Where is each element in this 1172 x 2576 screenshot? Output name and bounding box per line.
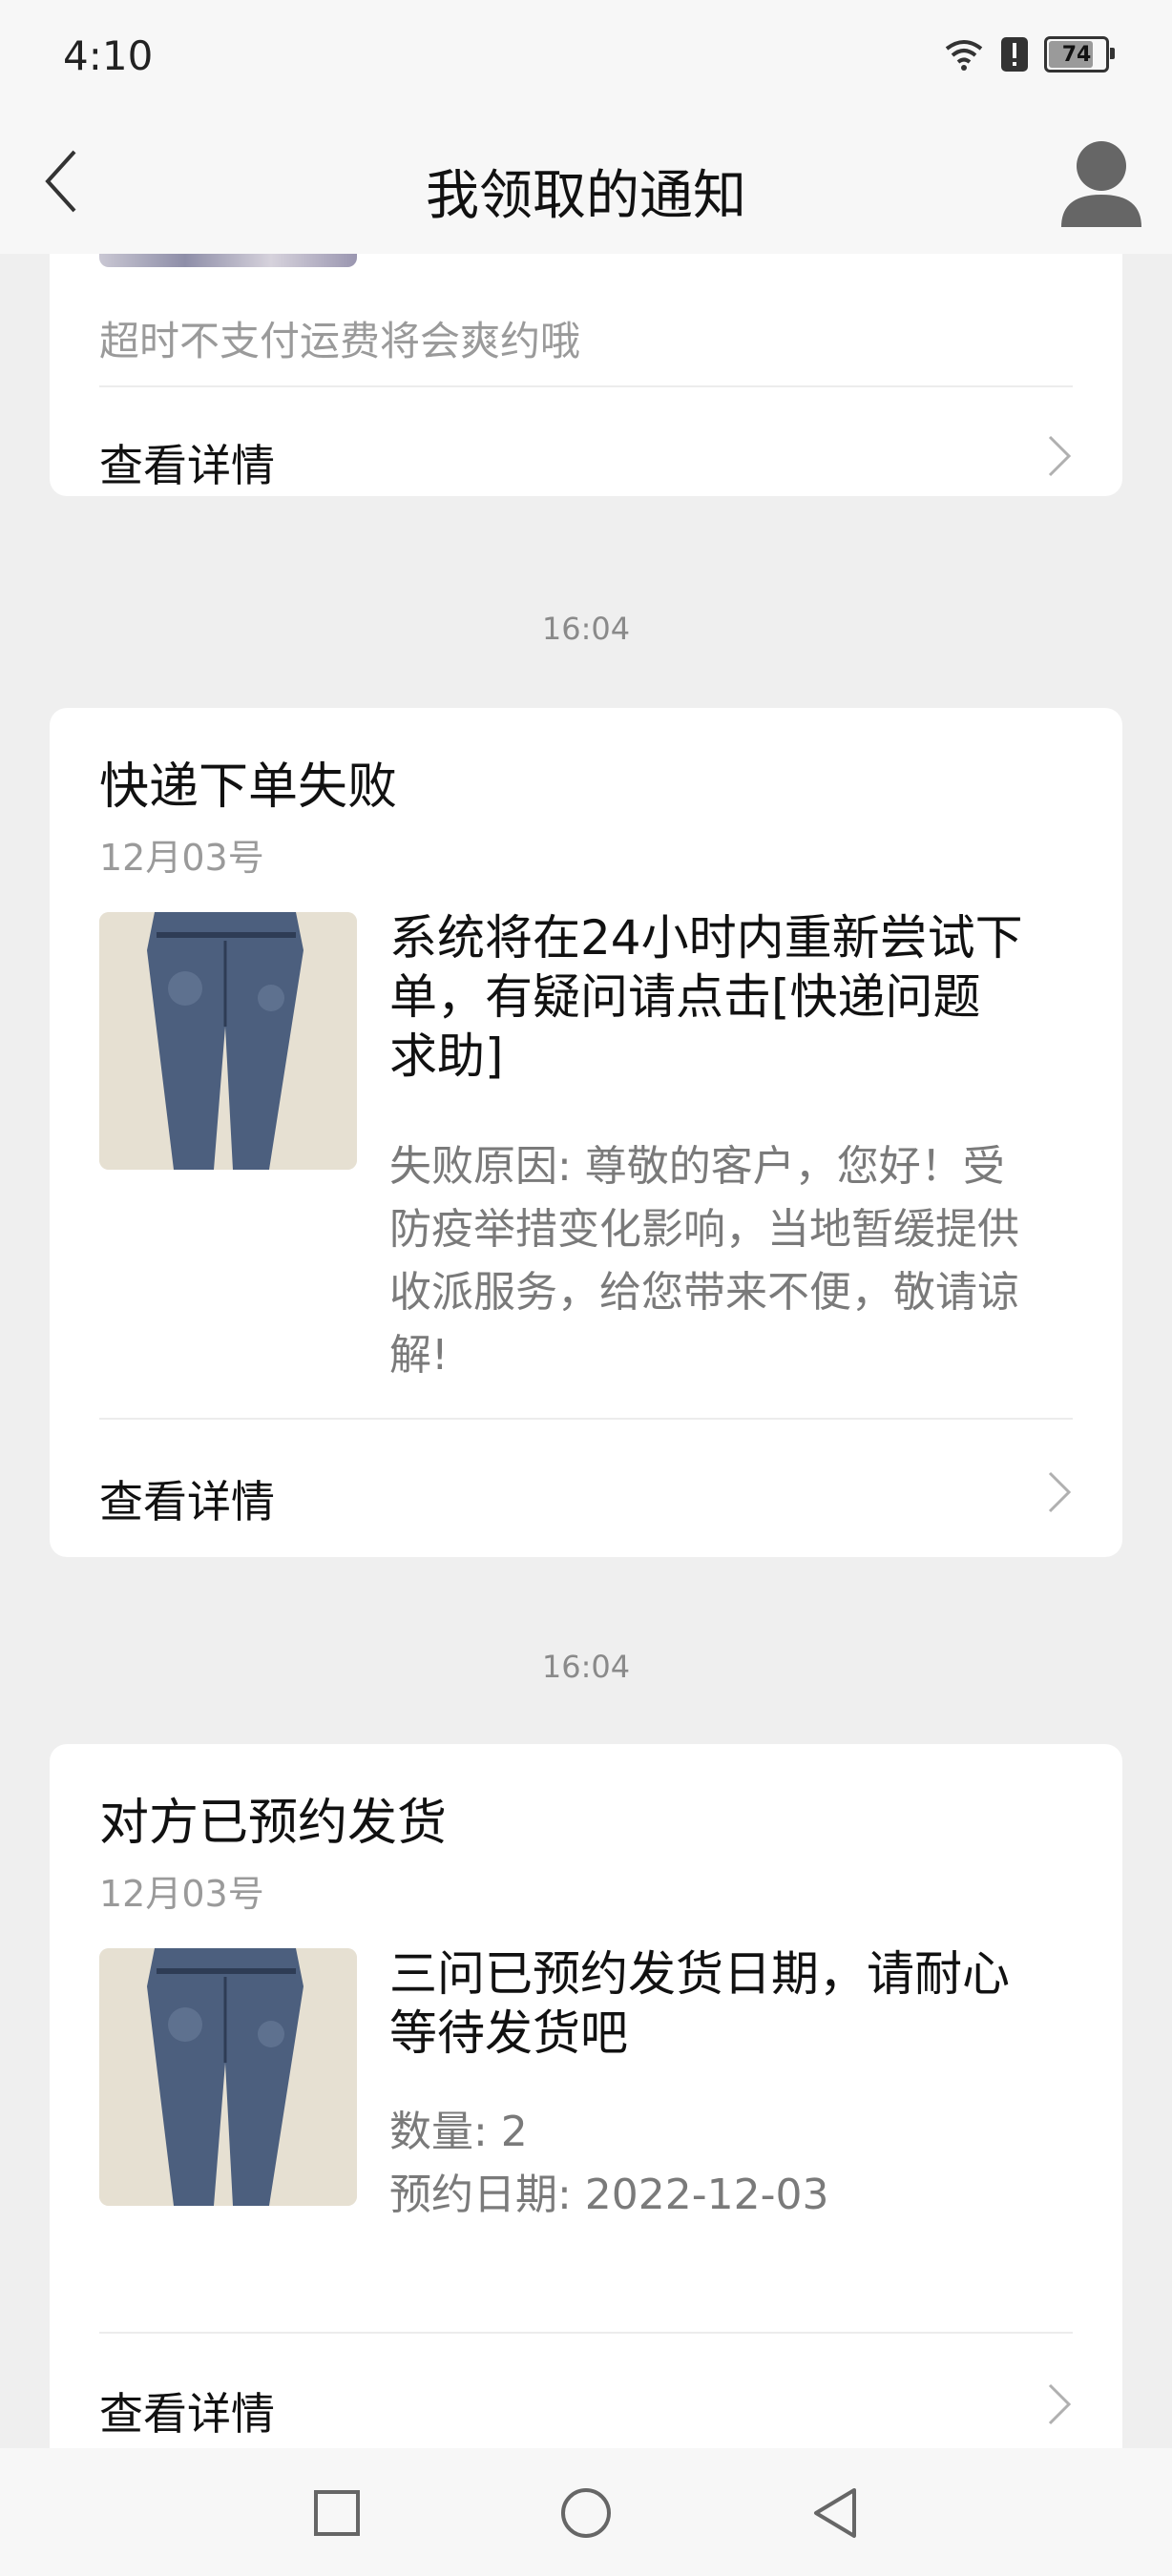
card-date: 12月03号 (99, 1873, 264, 1915)
time-separator: 16:04 (541, 1649, 631, 1685)
square-nav-icon (314, 2490, 360, 2536)
product-thumbnail (99, 912, 357, 1170)
notification-card: 超时不支付运费将会爽约哦 查看详情 (50, 254, 1122, 496)
recents-button[interactable] (303, 2480, 370, 2546)
wifi-icon (945, 40, 983, 71)
notification-card: 对方已预约发货 12月03号 三问已预约发货日期，请耐心 等待发货吧 数量: 2… (50, 1744, 1122, 2448)
card-note: 超时不支付运费将会爽约哦 (99, 318, 581, 364)
view-details-label: 查看详情 (99, 1476, 275, 1527)
card-title: 对方已预约发货 (99, 1795, 448, 1852)
view-details-row[interactable]: 查看详情 (50, 387, 1122, 496)
jeans-image (99, 912, 357, 1170)
view-details-row[interactable]: 查看详情 (50, 1423, 1122, 1557)
notification-list[interactable]: 超时不支付运费将会爽约哦 查看详情 16:04 快递下单失败 12月03号 系统… (0, 254, 1172, 2448)
view-details-row[interactable]: 查看详情 (50, 2336, 1122, 2448)
card-headline: 系统将在24小时内重新尝试下 单，有疑问请点击[快递问题 求助] (389, 910, 1023, 1084)
status-icons: 74 (943, 36, 1115, 73)
notification-card: 快递下单失败 12月03号 系统将在24小时内重新尝试下 单，有疑问请点击[快递… (50, 708, 1122, 1557)
battery-level: 74 (1061, 42, 1092, 67)
system-nav-bar (0, 2448, 1172, 2576)
view-details-label: 查看详情 (99, 440, 275, 491)
circle-nav-icon (561, 2488, 611, 2538)
time-separator: 16:04 (541, 611, 631, 647)
battery-icon: 74 (1044, 36, 1115, 73)
product-thumbnail (99, 254, 357, 267)
status-time: 4:10 (63, 32, 154, 79)
system-back-button[interactable] (802, 2480, 869, 2546)
card-headline: 三问已预约发货日期，请耐心 等待发货吧 (389, 1946, 1010, 2061)
card-title: 快递下单失败 (99, 758, 398, 816)
user-profile-button[interactable] (1054, 132, 1149, 237)
card-divider (99, 1418, 1073, 1420)
home-button[interactable] (553, 2480, 619, 2546)
product-thumbnail (99, 1948, 357, 2206)
status-bar: 4:10 74 (0, 0, 1172, 114)
card-description: 失败原因: 尊敬的客户，您好！受 防疫举措变化影响，当地暂缓提供 收派服务，给您… (389, 1142, 1019, 1380)
triangle-back-nav-icon (814, 2488, 856, 2538)
alert-icon (1001, 37, 1028, 72)
card-date: 12月03号 (99, 837, 264, 879)
user-icon (1061, 141, 1141, 227)
page-title: 我领取的通知 (426, 165, 746, 227)
jeans-image (99, 1948, 357, 2206)
card-description: 数量: 2 预约日期: 2022-12-03 (389, 2108, 829, 2219)
chevron-right-icon (1048, 2383, 1072, 2425)
chevron-right-icon (1048, 1471, 1072, 1513)
card-divider (99, 2332, 1073, 2334)
view-details-label: 查看详情 (99, 2388, 275, 2440)
chevron-right-icon (1048, 435, 1072, 477)
nav-bar: 我领取的通知 (0, 114, 1172, 254)
